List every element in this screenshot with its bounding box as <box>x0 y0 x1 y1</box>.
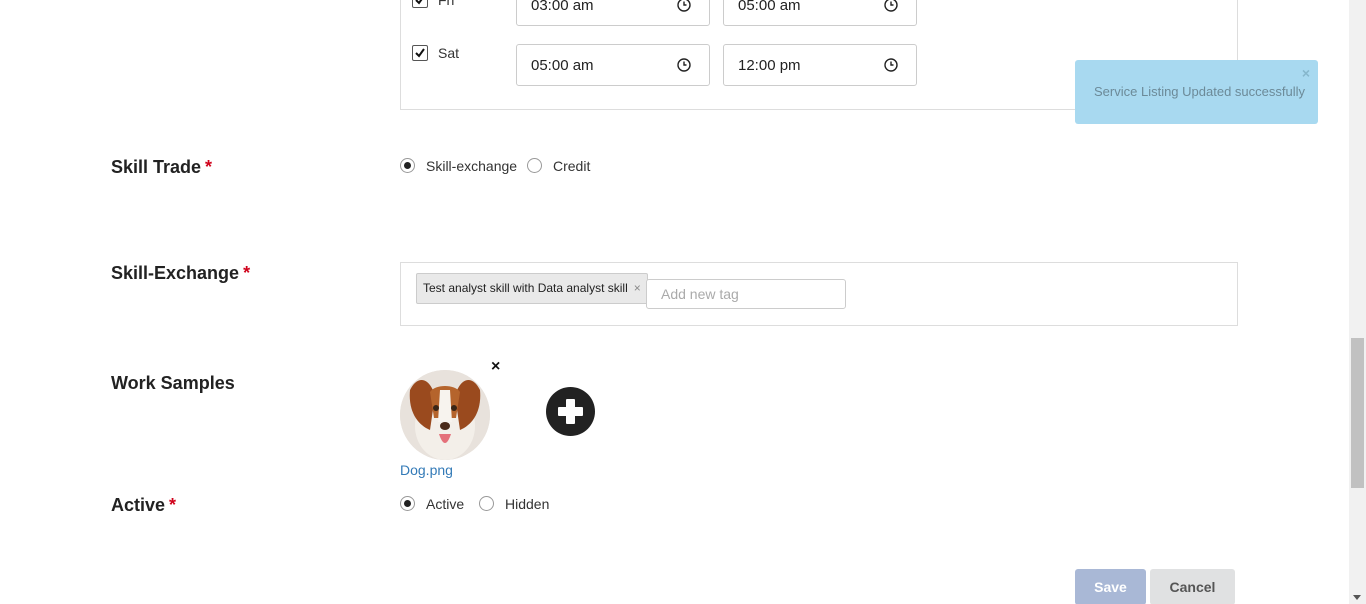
day-checkbox-sat[interactable] <box>412 45 428 61</box>
save-button[interactable]: Save <box>1075 569 1146 604</box>
clock-icon <box>884 0 898 12</box>
end-time-sat[interactable]: 12:00 pm <box>723 44 917 86</box>
checkmark-icon <box>415 48 425 58</box>
required-marker: * <box>243 263 251 283</box>
toast-message: Service Listing Updated successfully <box>1094 84 1305 99</box>
clock-icon <box>677 58 691 72</box>
dog-photo <box>400 370 490 460</box>
day-label-sat: Sat <box>438 45 460 61</box>
radio-label-hidden: Hidden <box>505 496 550 512</box>
radio-active[interactable] <box>400 496 415 511</box>
end-time-value: 05:00 am <box>738 0 801 14</box>
schedule-row-sat: Sat 05:00 am 12:00 pm <box>401 44 1001 86</box>
toast-close-icon[interactable]: × <box>1302 65 1310 81</box>
active-label: Active * <box>111 495 176 516</box>
day-checkbox-fri[interactable] <box>412 0 428 8</box>
start-time-sat[interactable]: 05:00 am <box>516 44 710 86</box>
work-sample-filename[interactable]: Dog.png <box>400 462 453 478</box>
start-time-fri[interactable]: 03:00 am <box>516 0 710 26</box>
remove-sample-icon[interactable]: × <box>491 358 500 376</box>
required-marker: * <box>205 157 213 177</box>
work-samples-label: Work Samples <box>111 373 235 393</box>
skill-trade-label-text: Skill Trade <box>111 157 202 177</box>
radio-label-credit: Credit <box>553 158 591 174</box>
required-marker: * <box>169 495 177 515</box>
clock-icon <box>884 58 898 72</box>
page-scrollbar[interactable] <box>1349 0 1366 604</box>
skill-trade-label: Skill Trade * <box>111 157 212 178</box>
radio-label-active: Active <box>426 496 465 512</box>
tag-remove-icon[interactable]: × <box>634 281 641 295</box>
start-time-value: 05:00 am <box>531 57 594 74</box>
clock-icon <box>677 0 691 12</box>
success-toast: × Service Listing Updated successfully <box>1075 60 1318 124</box>
scrollbar-thumb[interactable] <box>1351 338 1364 488</box>
day-label-fri: Fri <box>438 0 455 8</box>
end-time-fri[interactable]: 05:00 am <box>723 0 917 26</box>
skill-exchange-label: Skill-Exchange * <box>111 263 250 284</box>
work-sample-thumbnail[interactable] <box>400 370 490 460</box>
end-time-value: 12:00 pm <box>738 57 801 74</box>
service-listing-form: Fri 03:00 am 05:00 am Sat 05:00 am 12:00… <box>0 0 1366 604</box>
tag-input-container[interactable]: Test analyst skill with Data analyst ski… <box>400 262 1238 326</box>
skill-tag-label: Test analyst skill with Data analyst ski… <box>423 281 628 295</box>
schedule-row-fri: Fri 03:00 am 05:00 am <box>401 0 1001 30</box>
cancel-button[interactable]: Cancel <box>1150 569 1235 604</box>
active-label-text: Active <box>111 495 166 515</box>
skill-exchange-label-text: Skill-Exchange <box>111 263 240 283</box>
radio-credit[interactable] <box>527 158 542 173</box>
checkmark-icon <box>415 0 423 5</box>
start-time-value: 03:00 am <box>531 0 594 14</box>
add-tag-input[interactable] <box>646 279 846 309</box>
add-sample-button[interactable] <box>546 387 595 436</box>
radio-label-skill-exchange: Skill-exchange <box>426 158 518 174</box>
skill-tag: Test analyst skill with Data analyst ski… <box>416 273 648 304</box>
radio-skill-exchange[interactable] <box>400 158 415 173</box>
scroll-down-arrow-icon[interactable] <box>1353 595 1361 600</box>
radio-hidden[interactable] <box>479 496 494 511</box>
